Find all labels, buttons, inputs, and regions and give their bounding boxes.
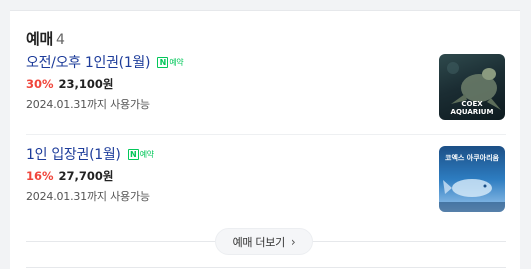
naver-n-icon: N	[127, 149, 139, 160]
ticket-item[interactable]: 1인 입장권(1월) N 예약 16% 27,700원 2024.01.31까지 …	[26, 144, 506, 226]
section-title: 예매 4	[26, 28, 65, 49]
ticket-title: 1인 입장권(1월)	[26, 147, 121, 163]
item-divider	[26, 134, 506, 135]
top-divider	[10, 10, 520, 11]
ticket-item[interactable]: 오전/오후 1인권(1월) N 예약 30% 23,100원 2024.01.31…	[26, 52, 506, 134]
npay-badge-label: 예약	[139, 150, 154, 159]
validity-text: 2024.01.31까지 사용가능	[26, 190, 150, 203]
price: 27,700원	[58, 169, 114, 183]
ticket-title-link[interactable]: 1인 입장권(1월) N 예약	[26, 144, 154, 164]
ticket-thumbnail[interactable]: COEX AQUARIUM	[439, 54, 505, 120]
price: 23,100원	[58, 77, 114, 91]
npay-reservation-badge: N 예약	[157, 57, 184, 68]
bottom-divider	[26, 267, 506, 268]
npay-reservation-badge: N 예약	[127, 149, 154, 160]
thumbnail-caption: COEX AQUARIUM	[450, 100, 494, 116]
ticket-thumbnail[interactable]: 코엑스 아쿠아리움	[439, 146, 505, 212]
discount-rate: 16%	[26, 169, 54, 183]
ticket-title: 오전/오후 1인권(1월)	[26, 55, 151, 71]
npay-badge-label: 예약	[169, 58, 184, 67]
price-line: 16% 27,700원	[26, 168, 114, 184]
discount-rate: 30%	[26, 77, 54, 91]
naver-n-icon: N	[157, 57, 169, 68]
validity-text: 2024.01.31까지 사용가능	[26, 98, 150, 111]
section-title-text: 예매	[26, 30, 54, 48]
section-count: 4	[56, 32, 65, 48]
booking-card: 예매 4 오전/오후 1인권(1월) N 예약 30% 23,100원 2024.0…	[10, 10, 520, 269]
price-line: 30% 23,100원	[26, 76, 114, 92]
more-bookings-button[interactable]: 예매 더보기 ›	[215, 228, 313, 255]
thumbnail-caption: 코엑스 아쿠아리움	[445, 154, 499, 162]
more-bookings-label: 예매 더보기	[232, 235, 286, 249]
chevron-right-icon: ›	[290, 234, 296, 249]
ticket-title-link[interactable]: 오전/오후 1인권(1월) N 예약	[26, 52, 184, 72]
